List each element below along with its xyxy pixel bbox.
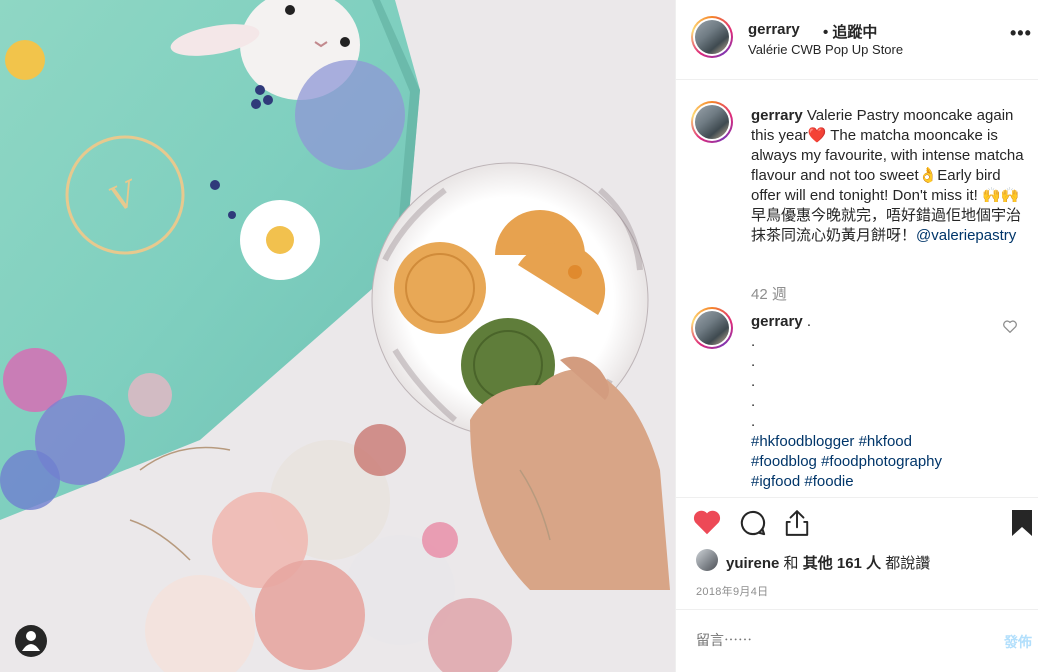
comment-dot: .	[751, 353, 756, 370]
post-date[interactable]: 2018年9月4日	[696, 583, 768, 599]
comment-like-heart-icon[interactable]	[1003, 320, 1017, 338]
location-link[interactable]: Valérie CWB Pop Up Store	[748, 42, 903, 57]
comment-bubble-icon[interactable]	[739, 509, 767, 542]
post-sidebar: gerrary • 追蹤中 Valérie CWB Pop Up Store •…	[675, 0, 1038, 672]
avatar[interactable]	[696, 549, 718, 571]
comment-dot: .	[751, 333, 756, 350]
comment-dot: .	[751, 393, 756, 410]
post-button[interactable]: 發佈	[1004, 632, 1032, 652]
avatar[interactable]	[691, 307, 733, 349]
hashtags-line[interactable]: #hkfoodblogger #hkfood	[751, 433, 912, 450]
likes-suffix: 都說讚	[881, 555, 931, 572]
comment-username[interactable]: gerrary	[751, 313, 803, 330]
comment-dot: .	[751, 413, 756, 430]
post-header: gerrary • 追蹤中 Valérie CWB Pop Up Store •…	[676, 0, 1038, 80]
more-options-icon[interactable]: •••	[1010, 24, 1032, 42]
mooncake-photo-illustration: V	[0, 0, 675, 672]
bookmark-filled-icon[interactable]	[1011, 509, 1033, 542]
user-icon	[22, 631, 40, 651]
comment-input[interactable]	[696, 632, 956, 648]
avatar[interactable]	[691, 16, 733, 58]
post-photo[interactable]: V	[0, 0, 675, 672]
header-username[interactable]: gerrary	[748, 21, 800, 38]
following-status[interactable]: • 追蹤中	[823, 21, 877, 42]
liker-username[interactable]: yuirene	[726, 555, 779, 572]
likes-others-link[interactable]: 其他 161 人	[803, 555, 881, 572]
comment-dot: .	[751, 373, 756, 390]
likes-text: yuirene 和 其他 161 人 都說讚	[726, 552, 930, 573]
caption-text: gerrary Valerie Pastry mooncake again th…	[751, 106, 1031, 246]
caption-username[interactable]: gerrary	[751, 107, 803, 124]
comment-dot: .	[806, 313, 812, 330]
avatar[interactable]	[691, 101, 733, 143]
likes-connector: 和	[779, 555, 803, 572]
time-ago[interactable]: 42 週	[751, 283, 787, 304]
action-bar	[676, 497, 1038, 541]
heart-filled-icon[interactable]	[693, 509, 721, 540]
comment-text: gerrary . . . . . . #hkfoodblogger #hkfo…	[751, 312, 991, 492]
hashtags-line[interactable]: #foodblog #foodphotography	[751, 453, 942, 470]
hashtags-line[interactable]: #igfood #foodie	[751, 473, 854, 490]
add-comment-bar: 發佈	[676, 609, 1038, 672]
tagged-user-button[interactable]	[15, 625, 47, 657]
comments-list[interactable]: gerrary Valerie Pastry mooncake again th…	[676, 81, 1038, 496]
mention-link[interactable]: @valeriepastry	[916, 227, 1016, 244]
caption-body: Valerie Pastry mooncake again this year❤…	[751, 107, 1024, 244]
share-upload-icon[interactable]	[784, 509, 810, 542]
